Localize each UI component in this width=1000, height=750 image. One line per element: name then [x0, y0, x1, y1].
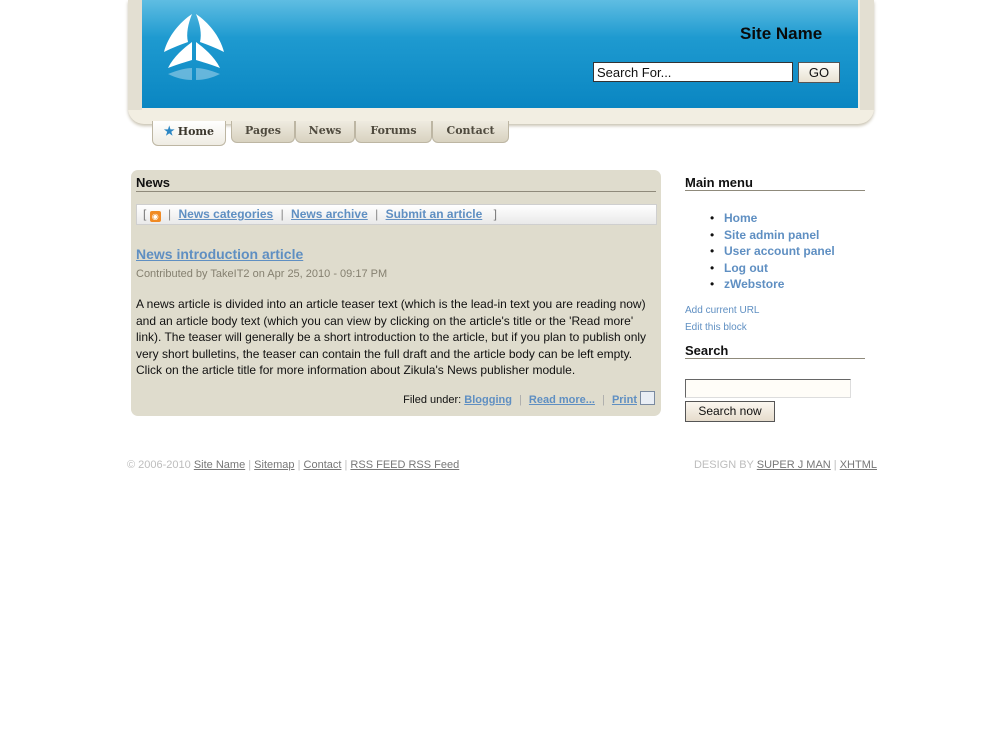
read-more-link[interactable]: Read more...: [529, 394, 595, 406]
footer-left: © 2006-2010 Site Name | Sitemap | Contac…: [127, 459, 460, 471]
copyright-text: © 2006-2010: [127, 459, 191, 471]
edit-block-link[interactable]: Edit this block: [685, 322, 747, 333]
main-menu-list: Home Site admin panel User account panel…: [710, 210, 835, 293]
header-banner: [142, 0, 858, 108]
tab-pages-label: Pages: [245, 124, 281, 137]
subnav-close-bracket: ]: [493, 207, 497, 221]
category-link[interactable]: Blogging: [464, 394, 512, 406]
go-button[interactable]: GO: [798, 62, 840, 83]
rss-icon[interactable]: ◉: [149, 211, 161, 222]
tab-home-label: Home: [177, 125, 215, 138]
sidebar-search-input[interactable]: [685, 379, 851, 398]
search-heading: Search: [685, 343, 729, 358]
submit-article-link[interactable]: Submit an article: [386, 207, 483, 221]
footer-sitemap-link[interactable]: Sitemap: [254, 459, 294, 471]
footer-xhtml-link[interactable]: XHTML: [840, 459, 877, 471]
news-heading: News: [136, 175, 170, 190]
print-link[interactable]: Print: [612, 394, 637, 406]
footer-rss-link[interactable]: RSS FEED RSS Feed: [350, 459, 459, 471]
tab-forums-label: Forums: [370, 124, 417, 137]
star-icon: ★: [163, 124, 175, 138]
article-body: A news article is divided into an articl…: [136, 297, 647, 377]
news-subnav: [ ◉ | News categories | News archive | S…: [136, 204, 657, 225]
filed-under-label: Filed under:: [403, 394, 462, 406]
search-divider: [685, 358, 865, 359]
menu-item-site-admin[interactable]: Site admin panel: [710, 227, 835, 244]
top-search-input[interactable]: Search For...: [593, 62, 793, 82]
footer-site-name-link[interactable]: Site Name: [194, 459, 245, 471]
tab-contact-label: Contact: [446, 124, 495, 137]
news-categories-link[interactable]: News categories: [179, 207, 274, 221]
article-title-link[interactable]: News introduction article: [136, 246, 303, 262]
add-current-url-link[interactable]: Add current URL: [685, 305, 759, 316]
search-now-button[interactable]: Search now: [685, 401, 775, 422]
design-by-text: DESIGN BY: [693, 459, 754, 471]
menu-item-log-out[interactable]: Log out: [710, 260, 835, 277]
article-footer: Filed under: Blogging | Read more... | P…: [403, 391, 655, 406]
tab-news-label: News: [308, 124, 342, 137]
subnav-open-bracket: [: [143, 207, 147, 221]
tab-forums[interactable]: Forums: [355, 121, 432, 143]
site-name: Site Name: [740, 24, 823, 43]
article-meta: Contributed by TakeIT2 on Apr 25, 2010 -…: [136, 268, 388, 280]
tab-home[interactable]: ★ Home: [152, 121, 226, 146]
menu-item-home[interactable]: Home: [710, 210, 835, 227]
main-menu-divider: [685, 190, 865, 191]
menu-item-zwebstore[interactable]: zWebstore: [710, 276, 835, 293]
tab-contact[interactable]: Contact: [432, 121, 509, 143]
footer-contact-link[interactable]: Contact: [304, 459, 342, 471]
footer-right: DESIGN BY SUPER J MAN | XHTML: [693, 459, 877, 471]
menu-item-user-account[interactable]: User account panel: [710, 243, 835, 260]
bird-wings-logo-icon[interactable]: [158, 8, 230, 98]
main-menu-heading: Main menu: [685, 175, 753, 190]
tab-pages[interactable]: Pages: [231, 121, 295, 143]
news-archive-link[interactable]: News archive: [291, 207, 368, 221]
footer-designer-link[interactable]: SUPER J MAN: [757, 459, 831, 471]
printer-icon[interactable]: [640, 391, 655, 405]
heading-divider: [136, 191, 656, 192]
tab-news[interactable]: News: [295, 121, 355, 143]
